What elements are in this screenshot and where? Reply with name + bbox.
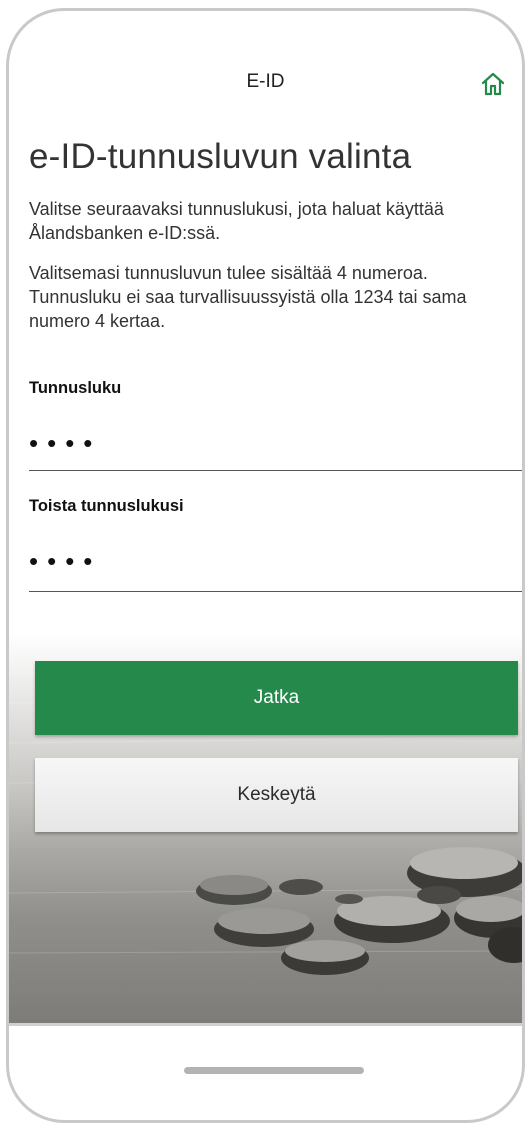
home-indicator[interactable]	[184, 1067, 364, 1074]
continue-button[interactable]: Jatka	[35, 661, 518, 735]
home-icon	[481, 72, 505, 96]
header-title: E-ID	[246, 71, 285, 92]
description-text: Valitse seuraavaksi tunnuslukusi, jota h…	[29, 199, 444, 243]
repeat-pin-label: Toista tunnuslukusi	[29, 497, 184, 515]
page-title: e-ID-tunnusluvun valinta	[29, 137, 412, 176]
pin-input[interactable]: ••••	[29, 425, 517, 461]
bottom-divider	[9, 1023, 522, 1026]
pin-input-underline	[29, 470, 522, 471]
pin-label: Tunnusluku	[29, 379, 122, 397]
cancel-button[interactable]: Keskeytä	[35, 758, 518, 832]
requirements-text: Valitsemasi tunnusluvun tulee sisältää 4…	[29, 263, 467, 331]
repeat-pin-input[interactable]: ••••	[29, 543, 517, 579]
home-button[interactable]	[476, 67, 510, 101]
phone-frame: E-ID e-ID-tunnusluvun valinta Valitse se…	[6, 8, 525, 1123]
screen: E-ID e-ID-tunnusluvun valinta Valitse se…	[9, 11, 522, 1120]
repeat-pin-input-underline	[29, 591, 522, 592]
